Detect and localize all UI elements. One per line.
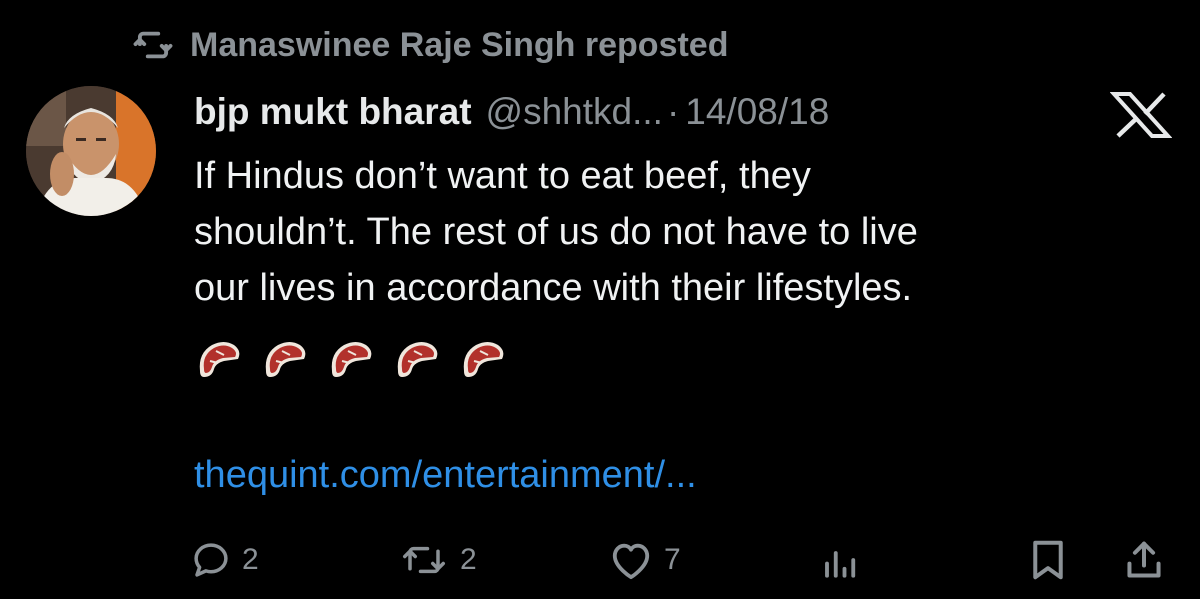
reply-count: 2 [242,543,259,576]
share-button[interactable] [1124,530,1164,590]
repost-header[interactable]: Manaswinee Raje Singh reposted [132,22,728,68]
steak-emoji [392,333,442,383]
emoji-row [194,330,508,386]
repost-icon [132,24,174,66]
bookmark-button[interactable] [1028,530,1068,590]
separator-dot: · [666,91,680,132]
repost-icon [398,539,450,581]
tweet-header: bjp mukt bharat @shhtkd... · 14/08/18 [194,84,829,140]
tweet-text-line: our lives in accordance with their lifes… [194,267,913,309]
views-icon [820,539,862,581]
display-name[interactable]: bjp mukt bharat [194,91,472,133]
repost-label: Manaswinee Raje Singh reposted [190,25,729,64]
like-button[interactable]: 7 [608,530,681,590]
reply-icon [190,539,232,581]
share-icon [1124,538,1164,582]
action-bar: 2 2 7 [0,530,1200,590]
like-count: 7 [664,543,681,576]
tweet-text-line: If Hindus don’t want to eat beef, they [194,155,811,197]
tweet-date[interactable]: 14/08/18 [685,91,829,133]
steak-emoji [260,333,310,383]
user-handle[interactable]: @shhtkd... [486,91,663,133]
tweet-link[interactable]: thequint.com/entertainment/... [194,454,697,497]
x-logo-icon[interactable] [1110,92,1172,138]
tweet-text-line: shouldn’t. The rest of us do not have to… [194,211,918,253]
bookmark-icon [1028,538,1068,582]
steak-emoji [326,333,376,383]
steak-emoji [458,333,508,383]
steak-emoji [194,333,244,383]
reply-button[interactable]: 2 [190,530,259,590]
views-button[interactable] [820,530,862,590]
repost-count: 2 [460,543,477,576]
user-avatar[interactable] [26,86,156,216]
tweet-text: If Hindus don’t want to eat beef, they s… [194,148,1154,316]
repost-button[interactable]: 2 [398,530,477,590]
like-icon [608,539,654,581]
